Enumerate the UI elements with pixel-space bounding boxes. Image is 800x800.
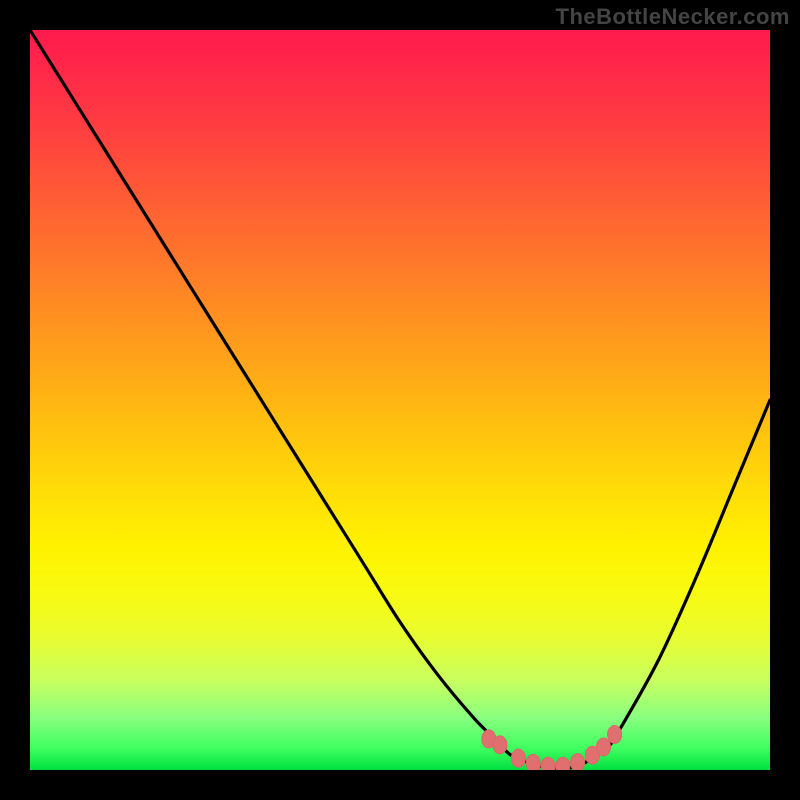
curve-markers [482, 725, 622, 770]
marker-dot [608, 725, 622, 743]
marker-dot [526, 754, 540, 770]
marker-dot [597, 738, 611, 756]
marker-dot [541, 757, 555, 770]
marker-dot [571, 754, 585, 770]
bottleneck-curve [30, 30, 770, 768]
curve-svg [30, 30, 770, 770]
plot-area [30, 30, 770, 770]
marker-dot [493, 736, 507, 754]
watermark-text: TheBottleNecker.com [556, 4, 790, 30]
marker-dot [511, 749, 525, 767]
marker-dot [556, 757, 570, 770]
chart-container: TheBottleNecker.com [0, 0, 800, 800]
